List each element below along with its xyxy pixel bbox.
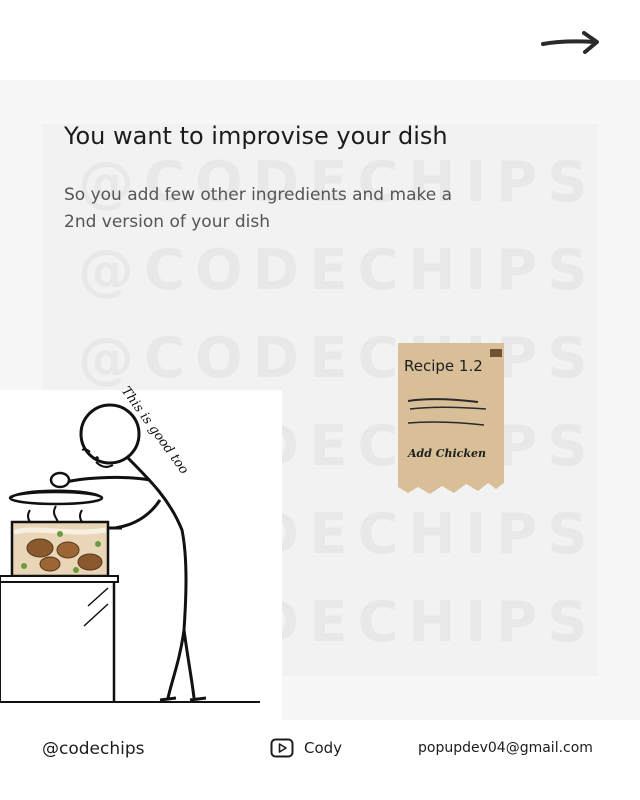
play-icon — [270, 738, 294, 758]
arrow-right-icon[interactable] — [540, 28, 602, 58]
footer — [0, 720, 640, 800]
stickman-cooking-illustration — [0, 403, 260, 703]
recipe-card: Recipe 1.2 Add Chicken — [398, 343, 504, 499]
social-handle[interactable]: @codechips — [42, 739, 145, 759]
slide-subtitle: So you add few other ingredients and mak… — [64, 185, 453, 232]
slide-title: You want to improvise your dish — [64, 122, 448, 150]
watermark: @CODECHIPS — [78, 238, 598, 303]
contact-email[interactable]: popupdev04@gmail.com — [418, 740, 593, 756]
recipe-note: Add Chicken — [408, 447, 486, 460]
recipe-title: Recipe 1.2 — [404, 357, 483, 375]
youtube-channel-name[interactable]: Cody — [304, 739, 342, 757]
